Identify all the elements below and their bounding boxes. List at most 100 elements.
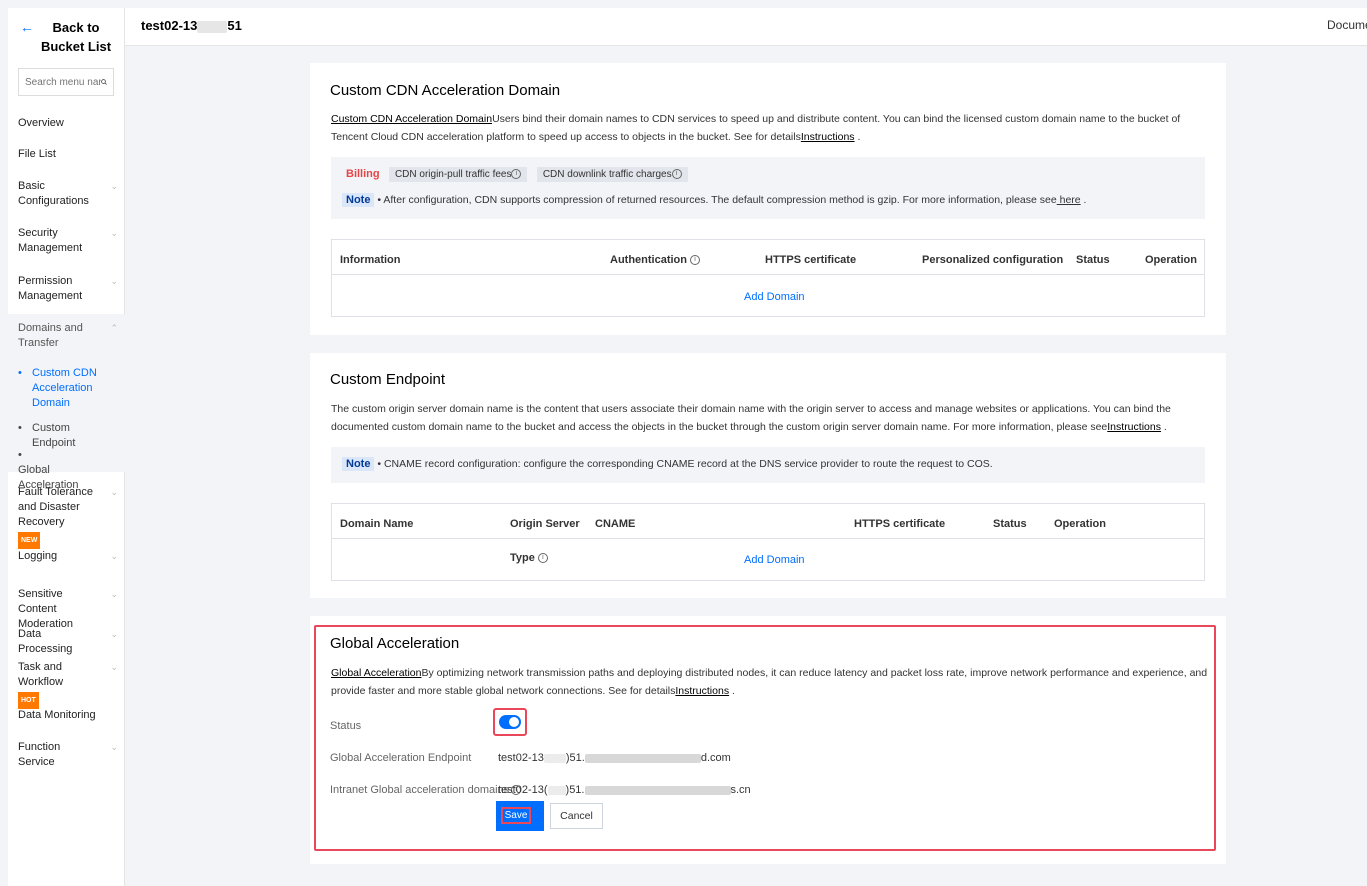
info-icon[interactable]: i [690,255,701,266]
chevron-down-icon: ⌄ [110,551,118,561]
sidebar-subitem-label: Custom Endpoint [32,422,76,449]
here-link[interactable]: here [1057,194,1081,206]
sidebar-subitem-custom-cdn[interactable]: • Custom CDN Acceleration Domain [18,366,118,411]
chip-label: CDN downlink traffic charges [542,169,672,180]
sidebar-item-task-and-workflow[interactable]: Task and Workflow ⌄ HOT [18,660,118,709]
chevron-down-icon: ⌄ [110,276,118,286]
note-text: • CNAME record configuration: configure … [377,458,993,470]
sidebar-item-label: File List [18,148,56,160]
col-operation: Operation [1145,254,1197,266]
hot-badge: HOT [18,692,39,709]
bucket-name: test02-13 51 [141,18,242,33]
add-domain-link[interactable]: Add Domain [744,554,805,566]
add-domain-link[interactable]: Add Domain [744,291,805,303]
sidebar-item-label: Task and Workflow [18,661,64,688]
sidebar-item-label: Fault Tolerance and Disaster Recovery [18,486,94,528]
cdn-description-link[interactable]: Custom CDN Acceleration Domain [331,113,492,125]
sidebar-item-basic-configurations[interactable]: Basic Configurations ⌄ [18,179,118,209]
top-bar: test02-13 51 Docume [125,8,1367,46]
back-to-bucket-list-link[interactable]: ← Back to Bucket List [8,8,124,56]
table-divider [332,538,1204,539]
punct: . [1080,194,1087,206]
col-domain-name: Domain Name [340,518,414,530]
bucket-name-suffix: 51 [227,18,242,33]
info-icon[interactable]: i [671,169,682,180]
cdn-domain-panel: Custom CDN Acceleration Domain Custom CD… [310,63,1226,335]
sidebar-item-logging[interactable]: Logging ⌄ [18,549,118,564]
chevron-down-icon: ⌄ [110,228,118,238]
global-acceleration-highlight [314,625,1216,851]
sidebar-item-permission-management[interactable]: Permission Management ⌄ [18,274,118,304]
sidebar-subitem-label: Custom CDN Acceleration Domain [32,367,97,409]
endpoint-table: Domain Name Origin Server CNAME HTTPS ce… [331,503,1205,581]
note-label: Note [342,457,375,471]
sidebar-item-data-processing[interactable]: Data Processing ⌄ [18,627,118,657]
sidebar: ← Back to Bucket List Overview File List… [8,8,125,886]
endpoint-note-row: Note • CNAME record configuration: confi… [342,457,993,471]
endpoint-panel-title: Custom Endpoint [330,371,446,388]
col-origin-server: Origin Server [510,518,580,530]
bullet-icon: • [18,422,22,434]
chip-label: CDN origin-pull traffic fees [394,169,512,180]
punct: . [854,131,861,143]
col-personalized-configuration: Personalized configuration [922,254,1064,266]
custom-endpoint-panel: Custom Endpoint The custom origin server… [310,353,1226,598]
table-divider [332,274,1204,275]
sidebar-item-security-management[interactable]: Security Management ⌄ [18,226,118,256]
chevron-down-icon: ⌄ [110,487,118,497]
cdn-note-row: Note • After configuration, CDN supports… [342,193,1086,207]
punct: . [1160,421,1167,433]
cdn-description: Custom CDN Acceleration DomainUsers bind… [331,110,1211,146]
documentation-link[interactable]: Docume [1327,18,1367,32]
cdn-panel-title: Custom CDN Acceleration Domain [330,82,561,99]
note-label: Note [342,193,375,207]
arrow-left-icon: ← [20,19,34,35]
info-icon[interactable]: i [511,169,522,180]
search-icon[interactable] [101,76,107,88]
sidebar-item-label: Overview [18,117,64,129]
chevron-down-icon: ⌄ [110,662,118,672]
info-icon[interactable]: i [537,553,548,564]
col-operation: Operation [1054,518,1106,530]
sidebar-item-label: Sensitive Content Moderation [18,588,74,630]
col-cname: CNAME [595,518,636,530]
billing-row: Billing CDN origin-pull traffic fees i CD… [346,166,688,182]
sidebar-item-label: Data Monitoring [18,709,96,721]
cdn-origin-pull-fees-chip[interactable]: CDN origin-pull traffic fees i [388,167,528,182]
menu-search[interactable] [18,68,114,96]
chevron-up-icon: ⌃ [110,323,118,333]
sidebar-item-fault-tolerance[interactable]: Fault Tolerance and Disaster Recovery ⌄ NE… [18,485,118,549]
sidebar-item-sensitive-content[interactable]: Sensitive Content Moderation ⌄ [18,587,118,632]
bullet-icon: • [18,367,22,379]
bucket-name-prefix: test02-13 [141,18,198,33]
sidebar-item-function-service[interactable]: Function Service ⌄ [18,740,118,770]
chevron-down-icon: ⌄ [110,629,118,639]
menu-search-input[interactable] [25,76,101,88]
bullet-icon: • [18,449,22,461]
chevron-down-icon: ⌄ [110,589,118,599]
sidebar-item-label: Function Service [18,741,61,768]
note-text: • After configuration, CDN supports comp… [377,194,1057,206]
col-https-certificate: HTTPS certificate [765,254,857,266]
cdn-info-box: Billing CDN origin-pull traffic fees i CD… [331,157,1205,219]
sidebar-item-domains-and-transfer[interactable]: Domains and Transfer ⌃ [18,321,118,351]
sidebar-item-data-monitoring[interactable]: Data Monitoring [18,708,118,723]
col-status: Status [993,518,1027,530]
endpoint-info-box: Note • CNAME record configuration: confi… [331,447,1205,483]
cdn-instructions-link[interactable]: Instructions [801,131,855,143]
sidebar-subitem-custom-endpoint[interactable]: • Custom Endpoint [18,421,118,451]
sidebar-item-overview[interactable]: Overview [18,116,118,131]
col-type: Type i [510,552,548,564]
col-label: Authentication [610,254,687,266]
redacted-block [197,20,228,33]
col-information: Information [340,254,401,266]
chevron-down-icon: ⌄ [110,742,118,752]
sidebar-item-label: Data Processing [18,628,73,655]
endpoint-description-text: The custom origin server domain name is … [331,403,1171,433]
cdn-downlink-charges-chip[interactable]: CDN downlink traffic charges i [536,167,688,182]
sidebar-item-file-list[interactable]: File List [18,147,118,162]
sidebar-item-label: Security Management [18,227,83,254]
endpoint-instructions-link[interactable]: Instructions [1107,421,1161,433]
cdn-domain-table: Information Authentication i HTTPS certi… [331,239,1205,317]
sidebar-item-label: Logging [18,550,58,562]
